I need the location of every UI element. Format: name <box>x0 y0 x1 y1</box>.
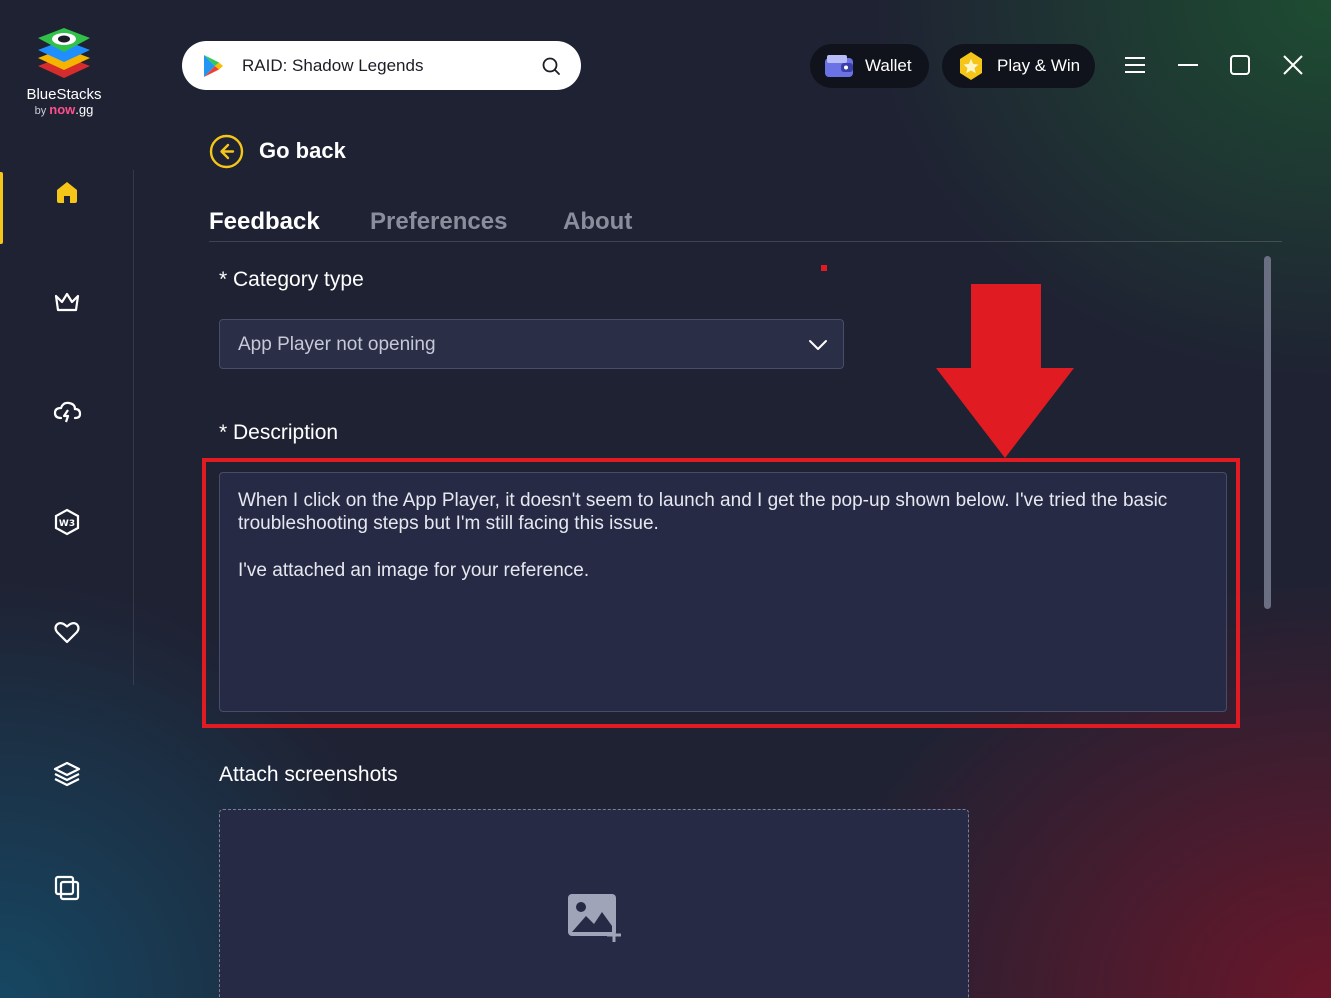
tab-feedback[interactable]: Feedback <box>209 208 320 236</box>
logo-gg: .gg <box>75 102 94 117</box>
multi-instance-icon <box>54 875 80 901</box>
maximize-icon <box>1230 55 1250 75</box>
annotation-arrow-down-icon <box>936 284 1074 458</box>
sidebar-item-layers[interactable] <box>0 744 134 804</box>
minimize-icon <box>1178 64 1198 66</box>
close-icon <box>1283 55 1303 75</box>
search-input[interactable]: RAID: Shadow Legends <box>242 56 423 76</box>
arrow-left-circle-icon <box>209 134 244 168</box>
go-back-label: Go back <box>259 138 346 163</box>
hamburger-menu-icon <box>1125 57 1145 73</box>
tab-preferences[interactable]: Preferences <box>370 208 507 236</box>
wallet-label: Wallet <box>865 56 912 75</box>
category-type-label: * Category type <box>219 268 364 291</box>
svg-text:W3: W3 <box>59 519 75 529</box>
play-and-win-button[interactable]: Play & Win <box>942 44 1095 88</box>
wallet-icon <box>825 55 853 77</box>
crown-icon <box>54 292 80 312</box>
menu-button[interactable] <box>1122 52 1148 78</box>
add-image-icon <box>568 894 621 942</box>
home-icon <box>57 182 77 203</box>
play-and-win-label: Play & Win <box>997 56 1081 75</box>
bluestacks-logo: BlueStacks by now.gg <box>18 22 110 118</box>
annotation-dot <box>821 265 827 271</box>
maximize-button[interactable] <box>1227 52 1253 78</box>
logo-by: by <box>34 105 47 117</box>
google-play-icon <box>204 55 223 77</box>
search-bar[interactable]: RAID: Shadow Legends <box>182 41 581 90</box>
cloud-icon <box>53 401 82 423</box>
search-icon[interactable] <box>540 55 562 77</box>
sidebar-item-cloud[interactable] <box>0 382 134 442</box>
sidebar-item-web3[interactable]: W3 <box>0 492 134 552</box>
w3-icon: W3 <box>54 508 80 536</box>
logo-name: BlueStacks <box>26 86 102 103</box>
bluestacks-logo-icon <box>38 28 90 78</box>
sidebar-divider <box>133 170 134 685</box>
sidebar-item-crown[interactable] <box>0 272 134 332</box>
layers-icon <box>53 761 81 787</box>
category-type-value: App Player not opening <box>238 334 436 355</box>
heart-icon <box>54 622 80 644</box>
close-button[interactable] <box>1280 52 1306 78</box>
sidebar-item-favorites[interactable] <box>0 602 134 662</box>
category-type-select[interactable]: App Player not opening <box>219 319 844 369</box>
chevron-down-icon <box>809 340 827 350</box>
logo-now: now <box>49 102 76 117</box>
bluestacks-window: BlueStacks by now.gg W3 RAID: Shadow Leg… <box>0 0 1331 998</box>
sidebar: BlueStacks by now.gg W3 <box>0 0 134 998</box>
tab-about[interactable]: About <box>563 208 632 236</box>
settings-tabs: Feedback Preferences About <box>209 208 1282 242</box>
go-back-button[interactable]: Go back <box>209 133 346 169</box>
scrollbar[interactable] <box>1264 256 1271 609</box>
description-label: * Description <box>219 421 339 444</box>
minimize-button[interactable] <box>1175 52 1201 78</box>
screenshot-dropzone[interactable] <box>219 809 969 998</box>
play-and-win-icon <box>960 52 982 80</box>
wallet-button[interactable]: Wallet <box>810 44 929 88</box>
sidebar-item-home[interactable] <box>0 162 134 222</box>
sidebar-item-multi-instance[interactable] <box>0 858 134 918</box>
logo-tagline: by now.gg <box>18 103 110 118</box>
attach-screenshots-label: Attach screenshots <box>219 763 398 786</box>
annotation-highlight-box <box>202 458 1240 728</box>
